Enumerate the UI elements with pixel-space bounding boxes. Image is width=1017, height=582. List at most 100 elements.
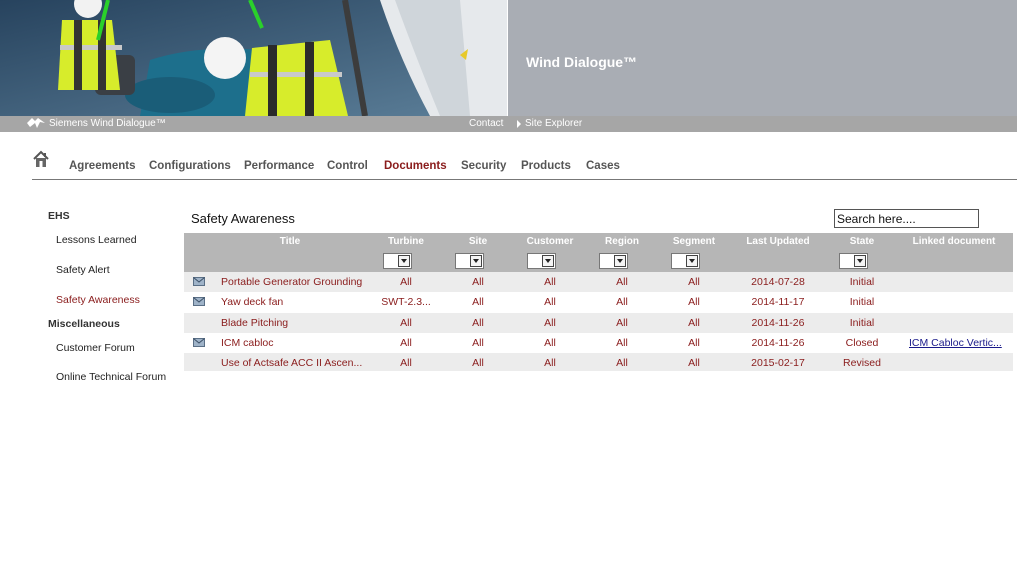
column-last-updated[interactable]: Last Updated bbox=[738, 236, 818, 247]
column-site[interactable]: Site bbox=[446, 236, 510, 247]
nav-cases[interactable]: Cases bbox=[586, 160, 620, 172]
table-row[interactable]: Blade Pitching All All All All All 2014-11-26 I… bbox=[184, 313, 1013, 333]
mail-icon[interactable] bbox=[193, 297, 205, 306]
documents-table: Title Turbine Site Customer Region Segme… bbox=[184, 233, 1013, 371]
cell-region: All bbox=[616, 337, 628, 349]
cell-turbine: All bbox=[400, 357, 412, 369]
site-explorer-label: Site Explorer bbox=[525, 118, 583, 129]
sidebar-heading-ehs: EHS bbox=[48, 210, 70, 222]
site-explorer-link[interactable]: Site Explorer bbox=[517, 118, 582, 129]
triangle-right-icon bbox=[517, 119, 521, 128]
sidebar-heading-miscellaneous: Miscellaneous bbox=[48, 318, 120, 330]
cell-region: All bbox=[616, 276, 628, 288]
cell-turbine: All bbox=[400, 337, 412, 349]
cell-segment: All bbox=[688, 357, 700, 369]
cell-segment: All bbox=[688, 276, 700, 288]
cell-turbine: SWT-2.3... bbox=[381, 296, 431, 308]
nav-agreements[interactable]: Agreements bbox=[69, 160, 135, 172]
segment-filter-dropdown[interactable] bbox=[671, 253, 700, 269]
column-title[interactable]: Title bbox=[220, 236, 360, 247]
cell-state: Closed bbox=[845, 337, 879, 349]
cell-site: All bbox=[472, 337, 484, 349]
sidebar-item-customer-forum[interactable]: Customer Forum bbox=[56, 342, 135, 354]
mail-icon[interactable] bbox=[193, 277, 205, 286]
nav-performance[interactable]: Performance bbox=[244, 160, 314, 172]
table-row[interactable]: Yaw deck fan SWT-2.3... All All All All 2014-1… bbox=[184, 292, 1013, 313]
column-customer[interactable]: Customer bbox=[518, 236, 582, 247]
contact-link[interactable]: Contact bbox=[469, 118, 503, 129]
cell-updated: 2014-11-17 bbox=[751, 296, 805, 308]
cell-customer: All bbox=[544, 317, 556, 329]
cell-title[interactable]: ICM cabloc bbox=[221, 337, 371, 349]
sidebar-item-safety-awareness[interactable]: Safety Awareness bbox=[56, 294, 140, 306]
cell-title[interactable]: Blade Pitching bbox=[221, 317, 371, 329]
search-input[interactable] bbox=[834, 209, 979, 228]
column-linked-document[interactable]: Linked document bbox=[904, 236, 1004, 247]
state-filter-dropdown[interactable] bbox=[839, 253, 868, 269]
brand-label: Siemens Wind Dialogue™ bbox=[49, 117, 166, 129]
table-row[interactable]: Use of Actsafe ACC II Ascen... All All All A… bbox=[184, 353, 1013, 371]
column-segment[interactable]: Segment bbox=[662, 236, 726, 247]
column-region[interactable]: Region bbox=[590, 236, 654, 247]
sidebar-item-online-technical-forum[interactable]: Online Technical Forum bbox=[56, 371, 166, 383]
column-turbine[interactable]: Turbine bbox=[374, 236, 438, 247]
cell-site: All bbox=[472, 296, 484, 308]
cell-updated: 2014-11-26 bbox=[751, 337, 805, 349]
cell-state: Initial bbox=[849, 276, 875, 288]
chevron-down-icon bbox=[470, 255, 482, 267]
table-body: Portable Generator Grounding All All All All… bbox=[184, 272, 1013, 371]
customer-filter-dropdown[interactable] bbox=[527, 253, 556, 269]
cell-segment: All bbox=[688, 317, 700, 329]
nav-configurations[interactable]: Configurations bbox=[149, 160, 231, 172]
cell-site: All bbox=[472, 276, 484, 288]
cell-state: Revised bbox=[843, 357, 881, 369]
cell-updated: 2014-07-28 bbox=[751, 276, 805, 288]
cell-region: All bbox=[616, 296, 628, 308]
cell-region: All bbox=[616, 357, 628, 369]
sidebar-item-lessons-learned[interactable]: Lessons Learned bbox=[56, 234, 137, 246]
utility-bar: Siemens Wind Dialogue™ Contact Site Expl… bbox=[0, 116, 1017, 132]
table-row[interactable]: ICM cabloc All All All All All 2014-11-26 Close… bbox=[184, 333, 1013, 353]
cell-updated: 2015-02-17 bbox=[751, 357, 805, 369]
cell-title[interactable]: Use of Actsafe ACC II Ascen... bbox=[221, 357, 371, 369]
nav-documents[interactable]: Documents bbox=[384, 160, 447, 172]
home-icon[interactable] bbox=[32, 150, 50, 168]
linked-document-link[interactable]: ICM Cabloc Vertic... bbox=[909, 337, 1007, 349]
sidebar-item-safety-alert[interactable]: Safety Alert bbox=[56, 264, 110, 276]
nav-products[interactable]: Products bbox=[521, 160, 571, 172]
page-title: Safety Awareness bbox=[191, 211, 295, 226]
cell-segment: All bbox=[688, 337, 700, 349]
nav-control[interactable]: Control bbox=[327, 160, 368, 172]
mail-icon[interactable] bbox=[193, 338, 205, 347]
cell-customer: All bbox=[544, 296, 556, 308]
site-filter-dropdown[interactable] bbox=[455, 253, 484, 269]
cell-title[interactable]: Yaw deck fan bbox=[221, 296, 371, 308]
cell-title[interactable]: Portable Generator Grounding bbox=[221, 276, 371, 288]
main-nav: Agreements Configurations Performance Co… bbox=[32, 150, 1017, 180]
cell-segment: All bbox=[688, 296, 700, 308]
cell-region: All bbox=[616, 317, 628, 329]
cell-turbine: All bbox=[400, 276, 412, 288]
header-banner: Wind Dialogue™ bbox=[0, 0, 1017, 116]
table-row[interactable]: Portable Generator Grounding All All All All… bbox=[184, 272, 1013, 292]
cell-customer: All bbox=[544, 276, 556, 288]
column-state[interactable]: State bbox=[830, 236, 894, 247]
technicians-illustration bbox=[0, 0, 507, 116]
chevron-down-icon bbox=[398, 255, 410, 267]
banner-photo bbox=[0, 0, 507, 116]
chevron-down-icon bbox=[854, 255, 866, 267]
brand[interactable]: Siemens Wind Dialogue™ bbox=[26, 117, 166, 129]
cell-site: All bbox=[472, 317, 484, 329]
cell-customer: All bbox=[544, 337, 556, 349]
cell-updated: 2014-11-26 bbox=[751, 317, 805, 329]
banner-title-area: Wind Dialogue™ bbox=[508, 0, 1017, 116]
cell-turbine: All bbox=[400, 317, 412, 329]
turbine-filter-dropdown[interactable] bbox=[383, 253, 412, 269]
cell-state: Initial bbox=[849, 296, 875, 308]
table-header: Title Turbine Site Customer Region Segme… bbox=[184, 233, 1013, 272]
cell-customer: All bbox=[544, 357, 556, 369]
nav-security[interactable]: Security bbox=[461, 160, 506, 172]
cell-state: Initial bbox=[849, 317, 875, 329]
chevron-down-icon bbox=[686, 255, 698, 267]
region-filter-dropdown[interactable] bbox=[599, 253, 628, 269]
